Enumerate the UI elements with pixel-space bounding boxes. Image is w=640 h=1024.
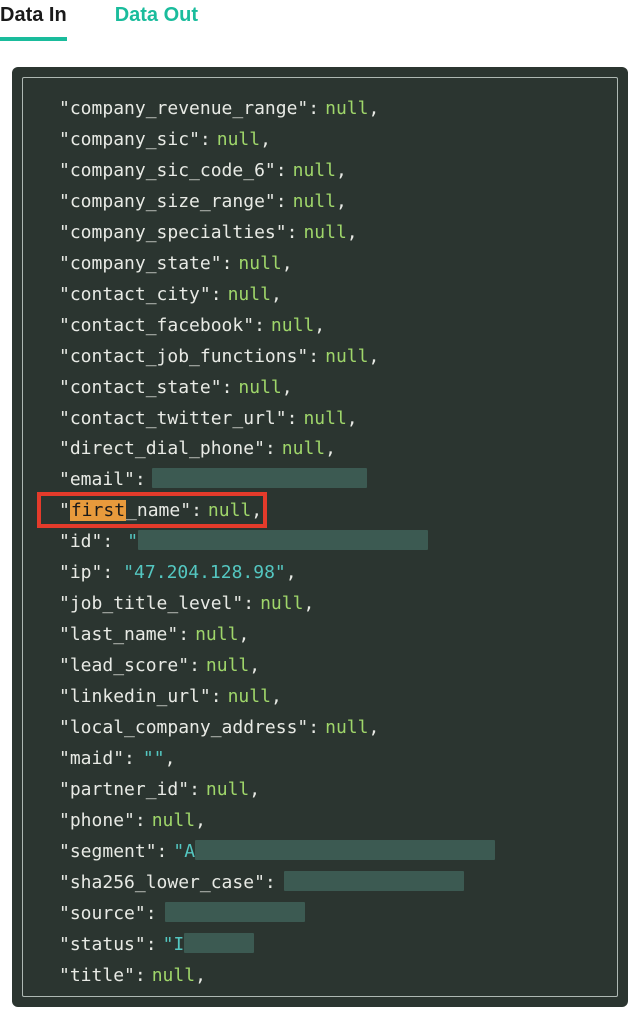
json-line-email: "email": xyxy=(59,465,599,496)
json-line-title: "title":null, xyxy=(59,961,599,992)
json-line-maid: "maid":"", xyxy=(59,744,599,775)
json-line-company_specialties: "company_specialties":null, xyxy=(59,218,599,249)
json-panel: "company_revenue_range":null,"company_si… xyxy=(12,67,628,1007)
json-panel-inner[interactable]: "company_revenue_range":null,"company_si… xyxy=(22,77,618,997)
json-line-segment: "segment":"A xyxy=(59,837,599,868)
json-line-lead_score: "lead_score":null, xyxy=(59,651,599,682)
json-line-first_name: "first_name":null, xyxy=(59,496,599,527)
tabs: Data In Data Out xyxy=(0,0,640,43)
json-line-status: "status":"I xyxy=(59,930,599,961)
json-line-company_size_range: "company_size_range":null, xyxy=(59,187,599,218)
json-line-company_state: "company_state":null, xyxy=(59,249,599,280)
json-line-linkedin_url: "linkedin_url":null, xyxy=(59,682,599,713)
json-line-company_revenue_range: "company_revenue_range":null, xyxy=(59,94,599,125)
tab-data-out[interactable]: Data Out xyxy=(115,4,198,41)
json-line-contact_state: "contact_state":null, xyxy=(59,373,599,404)
json-line-id: "id":" xyxy=(59,527,599,558)
json-line-company_sic_code_6: "company_sic_code_6":null, xyxy=(59,156,599,187)
json-line-direct_dial_phone: "direct_dial_phone":null, xyxy=(59,434,599,465)
json-line-partner_id: "partner_id":null, xyxy=(59,775,599,806)
json-line-contact_twitter_url: "contact_twitter_url":null, xyxy=(59,404,599,435)
json-line-ip: "ip":"47.204.128.98", xyxy=(59,558,599,589)
json-line-contact_facebook: "contact_facebook":null, xyxy=(59,311,599,342)
tab-data-in[interactable]: Data In xyxy=(0,4,67,41)
json-line-contact_job_functions: "contact_job_functions":null, xyxy=(59,342,599,373)
json-line-contact_city: "contact_city":null, xyxy=(59,280,599,311)
json-line-local_company_address: "local_company_address":null, xyxy=(59,713,599,744)
json-line-company_sic: "company_sic":null, xyxy=(59,125,599,156)
json-line-job_title_level: "job_title_level":null, xyxy=(59,589,599,620)
json-line-source: "source": xyxy=(59,899,599,930)
json-line-phone: "phone":null, xyxy=(59,806,599,837)
json-line-sha256_lower_case: "sha256_lower_case": xyxy=(59,868,599,899)
json-line-last_name: "last_name":null, xyxy=(59,620,599,651)
